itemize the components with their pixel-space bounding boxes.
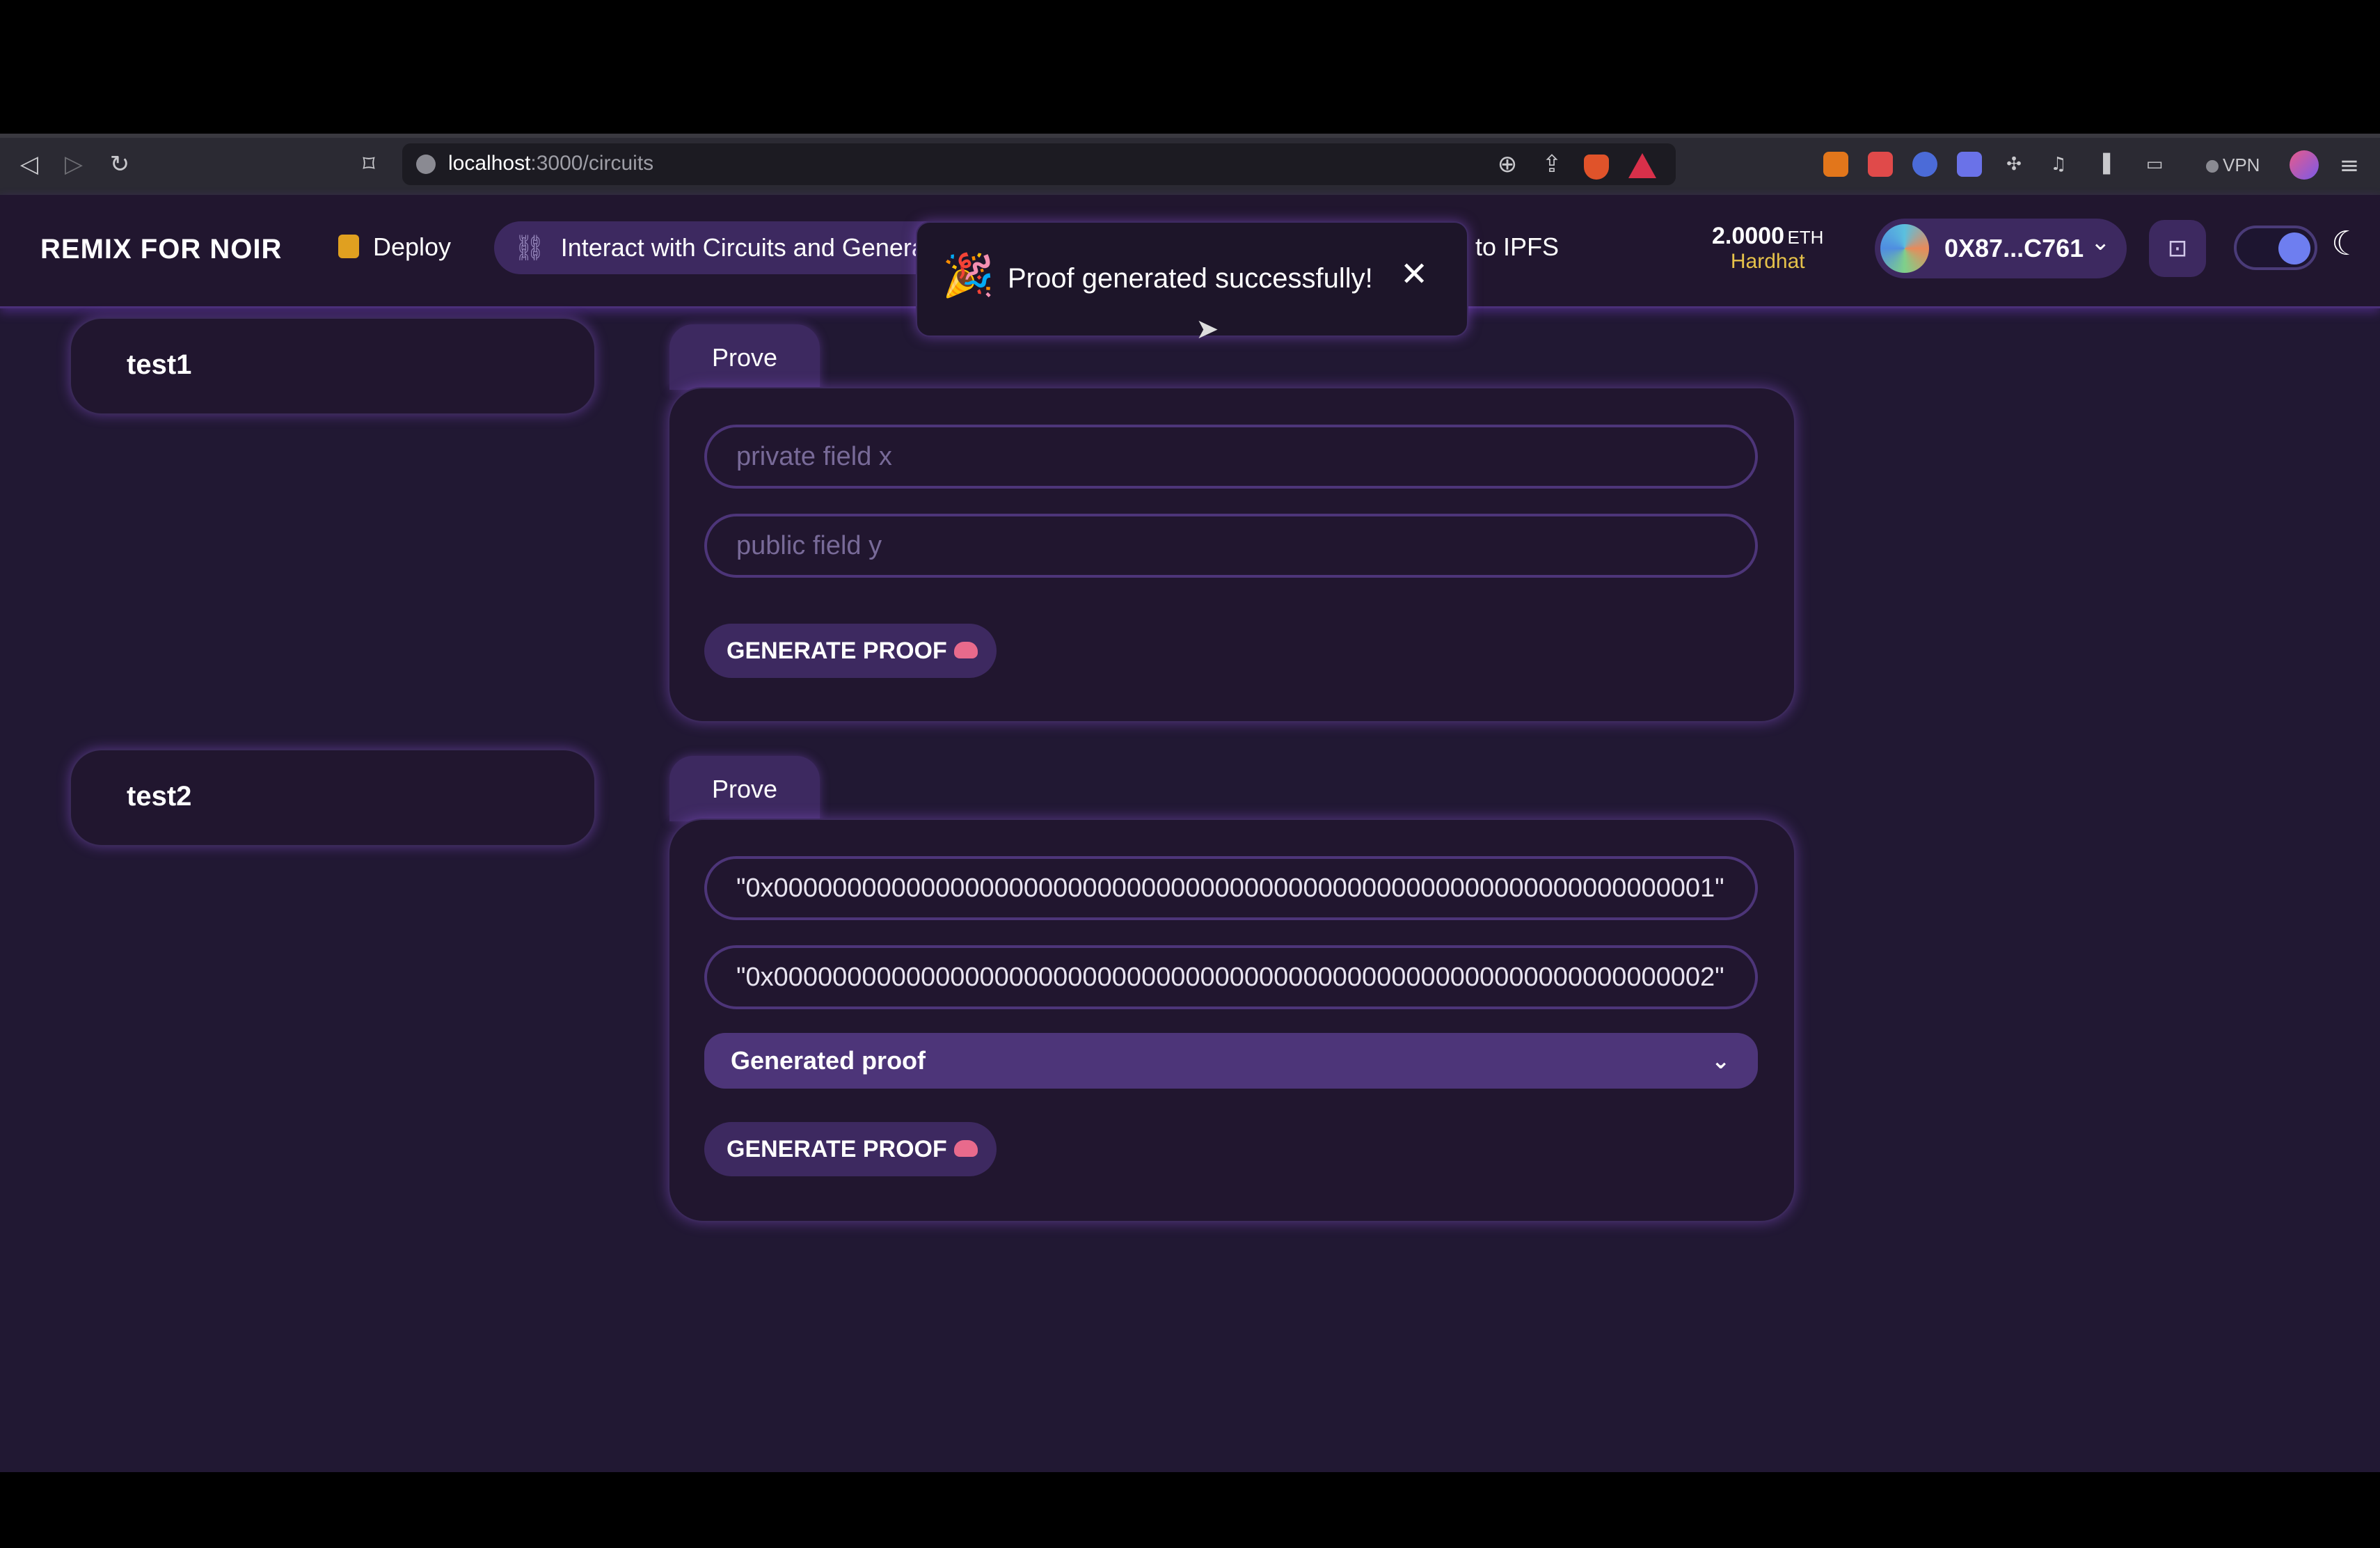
reload-icon[interactable]: ↻ [103,148,136,181]
deploy-icon [338,235,359,258]
vpn-label: VPN [2223,155,2260,175]
circuit-name: test2 [127,781,192,812]
input-field-2[interactable]: "0x0000000000000000000000000000000000000… [704,945,1758,1009]
toast-message: Proof generated successfully! [1008,263,1373,294]
circuit-name: test1 [127,349,192,380]
mouse-cursor-icon: ➤ [1196,313,1219,345]
extension-icon[interactable] [1868,152,1893,177]
qr-code-button[interactable]: ⊡ [2149,220,2206,277]
generate-proof-label: GENERATE PROOF [727,638,947,664]
generated-proof-accordion[interactable]: Generated proof ⌄ [704,1033,1758,1089]
generate-proof-button[interactable]: GENERATE PROOF [704,624,997,678]
public-field-y-input[interactable]: public field y [704,514,1758,578]
wallet-avatar [1880,224,1929,273]
circuit-card-test1[interactable]: test1 [70,317,596,415]
party-popper-icon: 🎉 [942,251,994,300]
url-host: localhost [448,152,531,175]
close-icon[interactable]: ✕ [1400,255,1428,294]
wallet-button[interactable]: 0X87...C761 ⌄ [1875,219,2127,278]
prove-panel-test2: "0x0000000000000000000000000000000000000… [668,819,1795,1222]
nav-ipfs[interactable]: d to IPFS [1454,232,1559,262]
menu-icon[interactable]: ≡ [2333,149,2366,182]
theme-toggle[interactable] [2234,226,2317,270]
generate-proof-label: GENERATE PROOF [727,1136,947,1162]
nav-deploy[interactable]: Deploy [338,232,451,262]
sidebar-icon[interactable]: ▐ [2091,152,2116,177]
back-icon[interactable]: ◁ [13,148,46,181]
toggle-knob [2278,232,2310,264]
brave-shield-icon[interactable] [1584,155,1609,180]
tab-prove[interactable]: Prove [669,324,820,390]
nav-deploy-label: Deploy [373,232,452,261]
puzzle-extensions-icon[interactable]: ✣ [2001,152,2026,177]
balance-unit: ETH [1787,227,1824,248]
tab-prove[interactable]: Prove [669,756,820,821]
url-path: :3000/circuits [530,152,654,175]
brand-title[interactable]: REMIX FOR NOIR [40,234,282,265]
circuit-card-test2[interactable]: test2 [70,749,596,846]
network-label: Hardhat [1730,250,1805,273]
extension-icon-2[interactable] [1912,152,1937,177]
wallet-icon[interactable]: ▭ [2142,152,2167,177]
brave-rewards-icon[interactable] [1628,153,1656,178]
vpn-button[interactable]: VPN [2206,155,2260,176]
url-text: localhost:3000/circuits [448,152,653,175]
forward-icon[interactable]: ▷ [57,148,90,181]
input-field-1[interactable]: "0x0000000000000000000000000000000000000… [704,856,1758,920]
site-info-icon[interactable] [416,155,436,174]
wallet-address: 0X87...C761 [1944,234,2084,262]
private-field-x-input[interactable]: private field x [704,425,1758,489]
brain-icon [953,1140,978,1157]
bookmark-icon[interactable]: ⌑ [352,148,386,181]
prove-panel-test1: private field x public field y GENERATE … [668,387,1795,722]
accordion-label: Generated proof [731,1046,926,1075]
top-navbar: REMIX FOR NOIR Deploy ⛓ Interact with Cir… [0,195,2380,345]
success-toast: 🎉 Proof generated successfully! ✕ [916,221,1468,337]
chain-icon: ⛓ [514,234,546,262]
brain-icon [953,642,978,658]
bookmark-extension-icon[interactable] [1957,152,1982,177]
profile-avatar[interactable] [2290,150,2319,180]
generate-proof-button[interactable]: GENERATE PROOF [704,1122,997,1176]
chevron-down-icon: ⌄ [1711,1048,1730,1074]
zoom-icon[interactable]: ⊕ [1491,148,1524,181]
music-icon[interactable]: ♫ [2046,152,2071,177]
balance-display: 2.0000 ETH Hardhat [1712,223,1823,274]
address-bar[interactable]: localhost:3000/circuits ⊕ ⇪ [402,143,1676,185]
chevron-down-icon: ⌄ [2091,228,2111,256]
vpn-icon [2206,160,2219,173]
app-root: REMIX FOR NOIR Deploy ⛓ Interact with Cir… [0,195,2380,1472]
moon-icon: ☾ [2331,224,2362,263]
metamask-extension-icon[interactable] [1823,152,1848,177]
balance-amount: 2.0000 [1712,223,1784,249]
share-icon[interactable]: ⇪ [1535,148,1569,181]
